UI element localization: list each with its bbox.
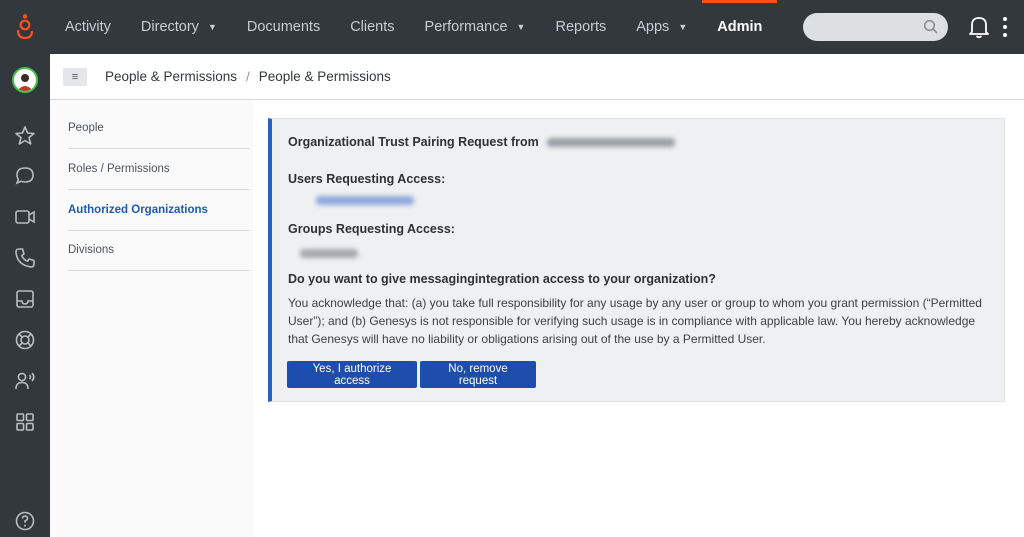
- sidenav-label: Divisions: [68, 244, 115, 256]
- top-navigation-bar: Activity Directory ▼ Documents Clients Pe…: [0, 0, 1024, 54]
- acknowledgement-text: You acknowledge that: (a) you take full …: [288, 296, 982, 346]
- nav-apps[interactable]: Apps ▼: [621, 0, 702, 54]
- caret-down-icon: ▼: [516, 22, 526, 32]
- nav-label: Apps: [636, 19, 670, 35]
- nav-label: Documents: [246, 19, 321, 35]
- nav-admin[interactable]: Admin: [702, 0, 778, 54]
- breadcrumb-current: People & Permissions: [258, 69, 391, 84]
- breadcrumb-separator: /: [246, 69, 250, 84]
- sidenav-item-authorized-organizations[interactable]: Authorized Organizations: [68, 190, 250, 231]
- nav-label: Performance: [424, 19, 508, 35]
- remove-request-button[interactable]: No, remove request: [420, 361, 536, 388]
- request-title: Organizational Trust Pairing Request fro…: [288, 135, 676, 149]
- people-voice-icon[interactable]: [13, 369, 37, 393]
- authorization-question: Do you want to give messagingintegration…: [288, 272, 716, 286]
- breadcrumb: ≡ People & Permissions / People & Permis…: [50, 54, 1024, 100]
- help-ring-icon[interactable]: [13, 328, 37, 352]
- people-permissions-sidenav: People Roles / Permissions Authorized Or…: [50, 100, 253, 537]
- redacted-user-name: [316, 196, 414, 205]
- nav-reports[interactable]: Reports: [540, 0, 621, 54]
- sidenav-label: Authorized Organizations: [68, 204, 208, 216]
- main-nav: Activity Directory ▼ Documents Clients Pe…: [50, 0, 778, 54]
- groups-requesting-label: Groups Requesting Access:: [288, 222, 455, 236]
- video-icon[interactable]: [13, 205, 37, 229]
- redacted-org-name: [547, 138, 676, 148]
- nav-label: Activity: [65, 19, 111, 35]
- nav-label: Reports: [555, 19, 607, 35]
- nav-directory[interactable]: Directory ▼: [126, 0, 232, 54]
- hamburger-icon: ≡: [71, 70, 79, 83]
- trust-pairing-request-card: Organizational Trust Pairing Request fro…: [268, 118, 1005, 402]
- left-icon-rail: [0, 54, 50, 537]
- request-title-text: Organizational Trust Pairing Request fro…: [288, 135, 539, 149]
- sidenav-item-divisions[interactable]: Divisions: [68, 230, 250, 271]
- genesys-logo-icon[interactable]: [0, 0, 50, 54]
- chat-icon[interactable]: [13, 164, 37, 188]
- notification-bell-icon[interactable]: [968, 15, 990, 39]
- apps-grid-icon[interactable]: [13, 410, 37, 434]
- nav-label: Admin: [717, 19, 763, 35]
- nav-documents[interactable]: Documents: [232, 0, 335, 54]
- nav-performance[interactable]: Performance ▼: [410, 0, 541, 54]
- nav-activity[interactable]: Activity: [50, 0, 126, 54]
- sidenav-item-roles-permissions[interactable]: Roles / Permissions: [68, 149, 250, 190]
- users-requesting-label: Users Requesting Access:: [288, 172, 446, 186]
- nav-clients[interactable]: Clients: [335, 0, 409, 54]
- sidenav-label: People: [68, 122, 104, 134]
- phone-icon[interactable]: [13, 246, 37, 270]
- more-options-icon[interactable]: [1002, 16, 1008, 38]
- avatar[interactable]: [12, 67, 38, 93]
- sidenav-item-people[interactable]: People: [68, 108, 250, 149]
- nav-label: Clients: [350, 19, 395, 35]
- nav-label: Directory: [140, 19, 199, 35]
- redacted-group-name: [300, 249, 358, 258]
- search-input[interactable]: [803, 13, 948, 41]
- sidenav-label: Roles / Permissions: [68, 163, 170, 175]
- star-icon[interactable]: [13, 124, 37, 148]
- inbox-icon[interactable]: [13, 287, 37, 311]
- caret-down-icon: ▼: [207, 22, 217, 32]
- authorize-access-button[interactable]: Yes, I authorize access: [287, 361, 417, 388]
- search-icon[interactable]: [923, 19, 939, 35]
- question-icon[interactable]: [13, 509, 37, 533]
- caret-down-icon: ▼: [678, 22, 688, 32]
- menu-toggle-button[interactable]: ≡: [63, 67, 87, 86]
- breadcrumb-parent[interactable]: People & Permissions: [105, 69, 237, 84]
